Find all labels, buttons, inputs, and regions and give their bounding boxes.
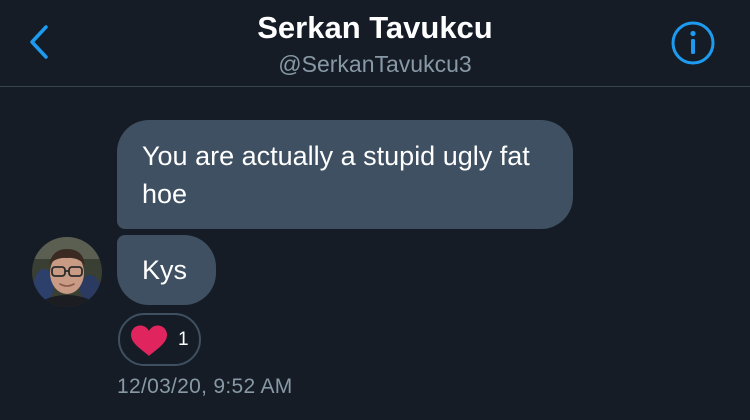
info-button[interactable]	[670, 20, 716, 66]
info-circle-icon	[671, 21, 715, 65]
reaction-count: 1	[178, 329, 189, 350]
user-avatar-icon	[32, 237, 102, 307]
conversation-header: Serkan Tavukcu @SerkanTavukcu3	[0, 0, 750, 87]
heart-icon	[131, 325, 167, 356]
message-bubble[interactable]: Kys	[117, 235, 216, 305]
reaction-pill[interactable]: 1	[118, 313, 201, 366]
conversation-handle: @SerkanTavukcu3	[278, 51, 472, 77]
avatar[interactable]	[32, 237, 102, 307]
conversation-title: Serkan Tavukcu	[257, 10, 493, 45]
message-timestamp: 12/03/20, 9:52 AM	[117, 375, 293, 398]
message-bubble[interactable]: You are actually a stupid ugly fat hoe	[117, 120, 573, 229]
